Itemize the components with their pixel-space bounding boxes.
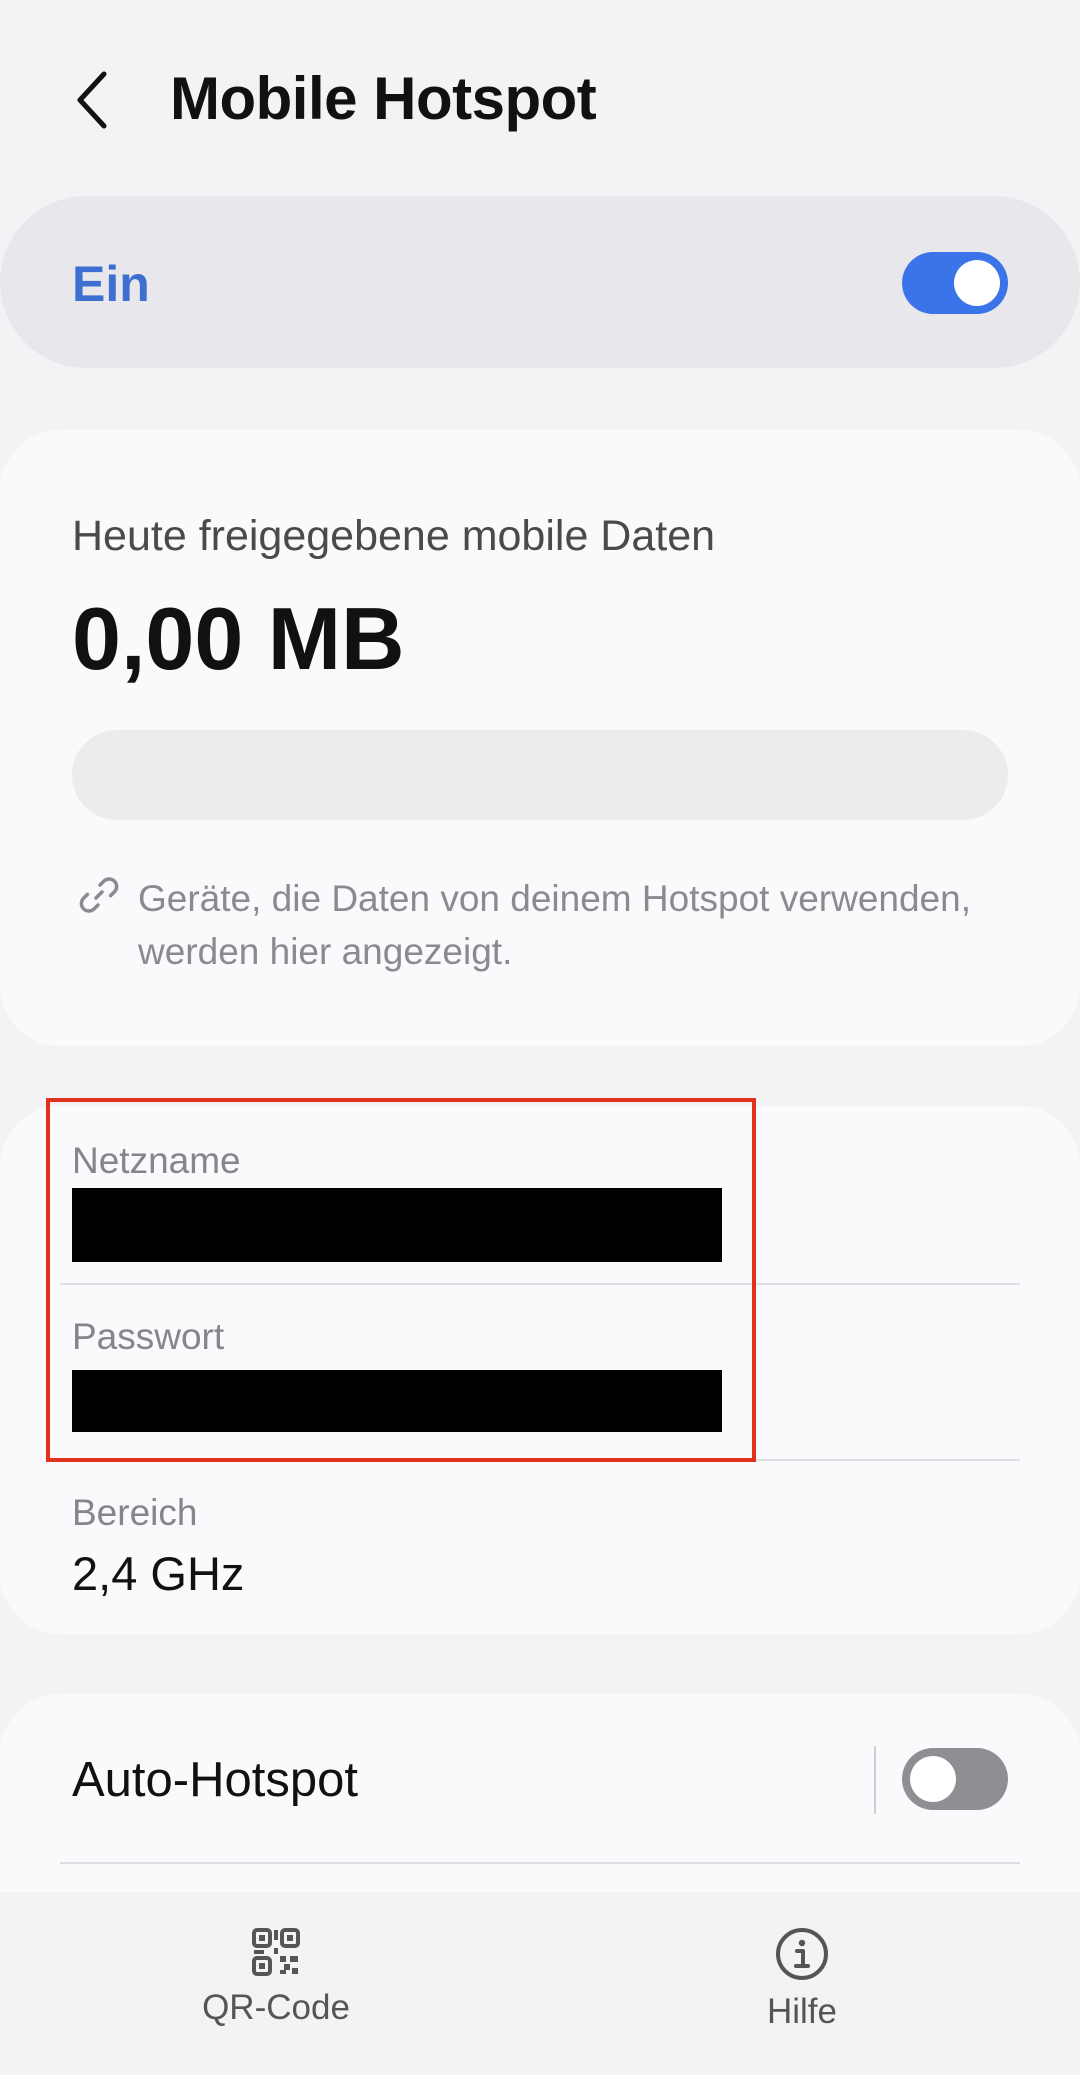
qr-code-button[interactable]: QR-Code xyxy=(176,1926,376,2028)
chevron-left-icon xyxy=(77,71,107,129)
info-icon xyxy=(776,1928,828,1980)
qr-code-label: QR-Code xyxy=(202,1988,350,2027)
usage-label: Heute freigegebene mobile Daten xyxy=(72,512,716,560)
divider xyxy=(60,1862,1020,1864)
usage-value: 0,00 MB xyxy=(72,589,405,688)
vertical-separator xyxy=(874,1746,876,1814)
toggle-knob xyxy=(910,1756,956,1802)
toggle-knob xyxy=(954,260,1000,306)
master-switch-label: Ein xyxy=(72,256,150,312)
usage-progress-bar xyxy=(72,730,1008,820)
qr-code-icon xyxy=(252,1928,300,1976)
auto-hotspot-toggle[interactable] xyxy=(902,1748,1008,1810)
bottom-action-bar xyxy=(0,1892,1080,2075)
highlight-box xyxy=(46,1098,756,1462)
help-button[interactable]: Hilfe xyxy=(702,1926,902,2032)
link-icon xyxy=(76,872,122,918)
hotspot-toggle[interactable] xyxy=(902,252,1008,314)
band-value[interactable]: 2,4 GHz xyxy=(72,1546,244,1601)
connected-devices-info: Geräte, die Daten von deinem Hotspot ver… xyxy=(138,878,971,972)
band-label: Bereich xyxy=(72,1492,198,1533)
help-label: Hilfe xyxy=(766,1992,838,2031)
auto-hotspot-label: Auto-Hotspot xyxy=(72,1753,358,1807)
page-title: Mobile Hotspot xyxy=(170,65,597,132)
back-button[interactable] xyxy=(60,62,124,138)
